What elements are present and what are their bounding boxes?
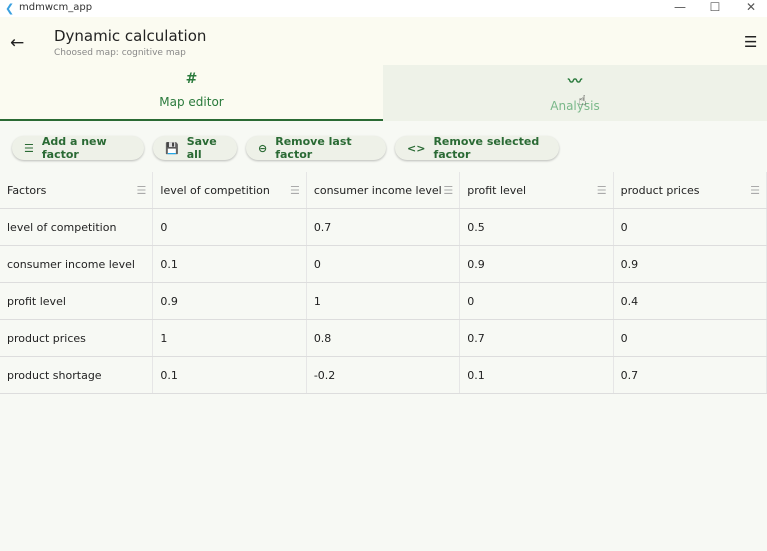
weight-cell[interactable]: 0.8: [307, 320, 461, 356]
weight-cell[interactable]: 0: [307, 246, 461, 282]
weight-cell[interactable]: 0.9: [153, 283, 307, 319]
weight-cell[interactable]: 1: [153, 320, 307, 356]
weight-cell[interactable]: -0.2: [307, 357, 461, 393]
header-label: Factors: [7, 183, 47, 197]
factor-name-cell[interactable]: profit level: [0, 283, 154, 319]
menu-icon[interactable]: ☰: [744, 33, 757, 51]
weight-cell[interactable]: 0.4: [614, 283, 767, 319]
window-titlebar: ❮ mdmwcm_app — ☐ ✕: [0, 0, 767, 17]
factor-name-cell[interactable]: product shortage: [0, 357, 154, 393]
weight-cell[interactable]: 0.7: [307, 209, 461, 245]
code-icon: <>: [407, 141, 426, 155]
header-label: level of competition: [160, 183, 270, 197]
weight-cell[interactable]: 0.5: [460, 209, 614, 245]
app-bar: ← Dynamic calculation Choosed map: cogni…: [0, 17, 767, 121]
weight-cell[interactable]: 0: [614, 209, 767, 245]
weight-cell[interactable]: 0.7: [614, 357, 767, 393]
minus-circle-icon: ⊖: [258, 141, 268, 155]
save-all-button[interactable]: 💾 Save all: [153, 135, 237, 161]
table-row[interactable]: profit level 0.9 1 0 0.4: [0, 283, 767, 320]
button-label: Add a new factor: [41, 135, 107, 161]
column-menu-icon[interactable]: ☰: [597, 184, 607, 197]
weight-cell[interactable]: 0: [153, 209, 307, 245]
weight-cell[interactable]: 0.1: [153, 357, 307, 393]
hand-cursor-icon: ☝: [578, 93, 587, 109]
column-menu-icon[interactable]: ☰: [290, 184, 300, 197]
weight-cell[interactable]: 0.7: [460, 320, 614, 356]
factor-table: Factors ☰ level of competition ☰ consumer …: [0, 172, 767, 394]
column-header[interactable]: profit level ☰: [460, 172, 614, 208]
weight-cell[interactable]: 0: [460, 283, 614, 319]
factor-name-cell[interactable]: consumer income level: [0, 246, 154, 282]
table-row[interactable]: product shortage 0.1 -0.2 0.1 0.7: [0, 357, 767, 394]
header-label: profit level: [467, 183, 527, 197]
flutter-logo-icon: ❮: [5, 2, 15, 15]
tab-map-editor[interactable]: # Map editor: [0, 65, 383, 121]
weight-cell[interactable]: 0.1: [460, 357, 614, 393]
list-icon: ☰: [24, 141, 34, 155]
window-title: mdmwcm_app: [19, 2, 93, 13]
page-title: Dynamic calculation: [54, 27, 207, 45]
remove-selected-factor-button[interactable]: <> Remove selected factor: [395, 135, 559, 161]
column-menu-icon[interactable]: ☰: [750, 184, 760, 197]
column-header[interactable]: consumer income level ☰: [307, 172, 461, 208]
back-arrow-icon[interactable]: ←: [10, 33, 24, 53]
weight-cell[interactable]: 0.9: [460, 246, 614, 282]
tab-label: Map editor: [159, 95, 224, 109]
factor-name-cell[interactable]: level of competition: [0, 209, 154, 245]
button-label: Save all: [186, 135, 217, 161]
button-label: Remove last factor: [275, 135, 352, 161]
save-icon: 💾: [165, 141, 179, 155]
weight-cell[interactable]: 0.9: [614, 246, 767, 282]
weight-cell[interactable]: 1: [307, 283, 461, 319]
table-row[interactable]: level of competition 0 0.7 0.5 0: [0, 209, 767, 246]
trending-icon: 〰: [568, 74, 582, 90]
table-row[interactable]: consumer income level 0.1 0 0.9 0.9: [0, 246, 767, 283]
column-header[interactable]: level of competition ☰: [153, 172, 307, 208]
weight-cell[interactable]: 0: [614, 320, 767, 356]
page-subtitle: Choosed map: cognitive map: [54, 48, 186, 58]
table-row[interactable]: product prices 1 0.8 0.7 0: [0, 320, 767, 357]
header-label: consumer income level: [313, 183, 442, 197]
factor-name-cell[interactable]: product prices: [0, 320, 154, 356]
column-menu-icon[interactable]: ☰: [443, 184, 453, 197]
minimize-button[interactable]: —: [665, 0, 695, 14]
close-button[interactable]: ✕: [736, 0, 766, 14]
column-menu-icon[interactable]: ☰: [137, 184, 147, 197]
header-label: product prices: [620, 183, 700, 197]
button-label: Remove selected factor: [433, 135, 540, 161]
hash-icon: #: [185, 71, 198, 87]
add-factor-button[interactable]: ☰ Add a new factor: [12, 135, 144, 161]
weight-cell[interactable]: 0.1: [153, 246, 307, 282]
tab-analysis[interactable]: 〰 Analysis: [383, 65, 767, 121]
table-header: Factors ☰ level of competition ☰ consumer …: [0, 172, 767, 209]
column-header[interactable]: product prices ☰: [614, 172, 767, 208]
column-header[interactable]: Factors ☰: [0, 172, 154, 208]
maximize-button[interactable]: ☐: [700, 0, 730, 14]
tab-label: Analysis: [550, 99, 600, 113]
remove-last-factor-button[interactable]: ⊖ Remove last factor: [246, 135, 386, 161]
